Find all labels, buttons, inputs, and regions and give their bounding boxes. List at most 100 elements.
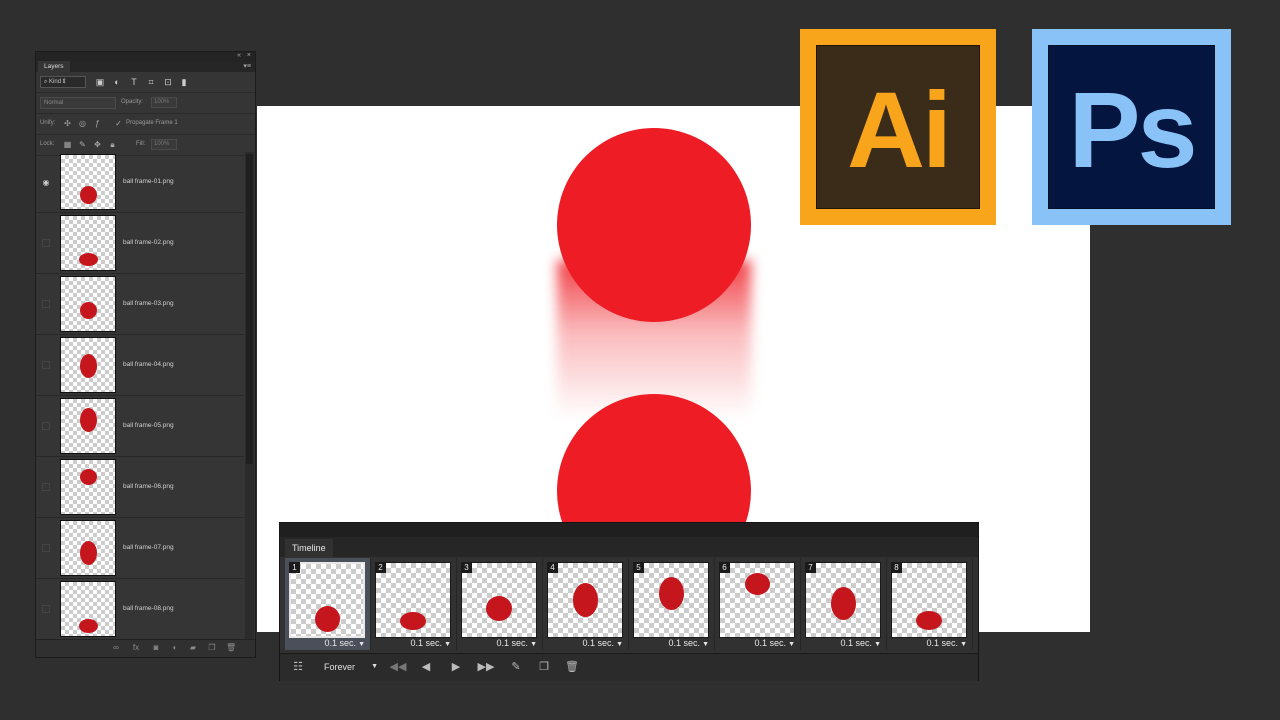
frame-delay-select[interactable]: 0.1 sec. ▼ xyxy=(841,638,881,648)
layer-row[interactable]: ball frame-05.png xyxy=(36,396,244,457)
layer-thumbnail xyxy=(60,276,116,332)
layers-scrollbar[interactable] xyxy=(245,152,254,640)
layer-thumbnail xyxy=(60,398,116,454)
timeline-panel: Timeline 1 0.1 sec. ▼ 2 0.1 sec. ▼ 3 0.1 s… xyxy=(279,522,979,681)
delete-layer-icon[interactable]: 🗑︎ xyxy=(226,643,236,653)
first-frame-icon[interactable]: ◀◀ xyxy=(388,659,408,675)
lock-image-icon[interactable]: ✎ xyxy=(78,140,87,149)
opacity-input[interactable]: 100% xyxy=(151,97,177,108)
layer-row[interactable]: ball frame-02.png xyxy=(36,213,244,274)
pixel-filter-icon[interactable]: ▣ xyxy=(95,77,105,87)
visibility-toggle[interactable] xyxy=(42,483,50,491)
photoshop-logo: Ps xyxy=(1032,29,1231,225)
frame-delay-label: 0.1 sec. xyxy=(668,638,701,648)
frame-delay-label: 0.1 sec. xyxy=(410,638,443,648)
fill-label: Fill: xyxy=(136,141,146,147)
shape-filter-icon[interactable]: ⌗ xyxy=(146,77,156,87)
propagate-checkbox[interactable]: ✓ xyxy=(114,119,123,128)
layer-row[interactable]: ◉ ball frame-01.png xyxy=(36,152,244,213)
type-filter-icon[interactable]: T xyxy=(129,77,139,87)
layer-row[interactable]: ball frame-03.png xyxy=(36,274,244,335)
frame-thumbnail xyxy=(633,562,709,638)
layer-thumbnail xyxy=(60,581,116,637)
frame-delay-label: 0.1 sec. xyxy=(754,638,787,648)
frame-delay-select[interactable]: 0.1 sec. ▼ xyxy=(669,638,709,648)
layers-bottom-toolbar: ∞ fx ◙ ◐ ▰ ❐ 🗑︎ xyxy=(36,639,255,657)
frame-delay-select[interactable]: 0.1 sec. ▼ xyxy=(583,638,623,648)
layer-row[interactable]: ball frame-08.png xyxy=(36,579,244,640)
lock-transparent-icon[interactable]: ▦ xyxy=(63,140,72,149)
timeline-frame[interactable]: 8 0.1 sec. ▼ xyxy=(887,558,973,650)
visibility-toggle[interactable] xyxy=(42,605,50,613)
lock-position-icon[interactable]: ✥ xyxy=(93,140,102,149)
filter-kind-select[interactable]: ⌕ Kind ⇕ xyxy=(40,76,86,88)
fill-input[interactable]: 100% xyxy=(151,139,177,150)
layer-style-icon[interactable]: fx xyxy=(131,643,141,653)
filter-kind-label: Kind xyxy=(49,79,62,85)
timeline-controls: ☷ Forever ▼ ◀◀ ◀ ▶ ▶▶ ✎ ❐ 🗑︎ xyxy=(280,653,978,681)
layer-row[interactable]: ball frame-06.png xyxy=(36,457,244,518)
duplicate-frame-icon[interactable]: ❐ xyxy=(536,659,552,675)
unify-position-icon[interactable]: ✣ xyxy=(63,119,72,128)
next-frame-icon[interactable]: ▶▶ xyxy=(476,659,496,675)
panel-title-bar[interactable]: « × xyxy=(36,52,255,61)
propagate-label: Propagate Frame 1 xyxy=(126,120,178,126)
timeline-frame[interactable]: 4 0.1 sec. ▼ xyxy=(543,558,629,650)
frame-delay-select[interactable]: 0.1 sec. ▼ xyxy=(411,638,451,648)
tween-icon[interactable]: ✎ xyxy=(508,659,524,675)
link-layers-icon[interactable]: ∞ xyxy=(111,643,121,653)
smart-object-filter-icon[interactable]: ⊡ xyxy=(163,77,173,87)
visibility-toggle[interactable] xyxy=(42,544,50,552)
visibility-toggle[interactable] xyxy=(42,239,50,247)
previous-frame-icon[interactable]: ◀ xyxy=(418,659,434,675)
close-icon[interactable]: × xyxy=(247,52,251,59)
loop-options-select[interactable]: Forever ▼ xyxy=(316,659,380,675)
layer-thumbnail xyxy=(60,337,116,393)
visibility-eye-icon[interactable]: ◉ xyxy=(41,178,51,188)
frame-delay-select[interactable]: 0.1 sec. ▼ xyxy=(927,638,967,648)
opacity-label: Opacity: xyxy=(121,99,144,105)
blend-mode-select[interactable]: Normal xyxy=(40,97,116,109)
play-icon[interactable]: ▶ xyxy=(448,659,464,675)
layer-thumbnail xyxy=(60,459,116,515)
frame-thumbnail xyxy=(547,562,623,638)
frame-delay-select[interactable]: 0.1 sec. ▼ xyxy=(325,638,365,648)
tab-layers[interactable]: Layers xyxy=(38,61,70,72)
loop-options-label: Forever xyxy=(324,662,356,672)
lock-all-icon[interactable]: 🔒︎ xyxy=(108,140,117,149)
frame-delay-select[interactable]: 0.1 sec. ▼ xyxy=(755,638,795,648)
visibility-toggle[interactable] xyxy=(42,361,50,369)
adjustment-layer-icon[interactable]: ◐ xyxy=(170,643,180,653)
timeline-frame[interactable]: 1 0.1 sec. ▼ xyxy=(285,558,371,650)
layer-name: ball frame-03.png xyxy=(123,300,174,307)
frame-delay-select[interactable]: 0.1 sec. ▼ xyxy=(497,638,537,648)
visibility-toggle[interactable] xyxy=(42,422,50,430)
collapse-icon[interactable]: « xyxy=(237,52,241,59)
timeline-frame[interactable]: 5 0.1 sec. ▼ xyxy=(629,558,715,650)
layer-row[interactable]: ball frame-04.png xyxy=(36,335,244,396)
new-layer-icon[interactable]: ❐ xyxy=(207,643,217,653)
lock-label: Lock: xyxy=(40,141,55,147)
delete-frame-icon[interactable]: 🗑︎ xyxy=(564,659,580,675)
convert-timeline-icon[interactable]: ☷ xyxy=(288,659,308,675)
filter-toggle-icon[interactable]: ▮ xyxy=(179,77,189,87)
unify-visibility-icon[interactable]: ◎ xyxy=(78,119,87,128)
layer-mask-icon[interactable]: ◙ xyxy=(151,643,161,653)
tab-timeline[interactable]: Timeline xyxy=(285,539,333,557)
panel-menu-icon[interactable]: ▾≡ xyxy=(243,61,251,72)
timeline-frame[interactable]: 6 0.1 sec. ▼ xyxy=(715,558,801,650)
visibility-toggle[interactable] xyxy=(42,300,50,308)
frame-thumbnail xyxy=(891,562,967,638)
timeline-frame[interactable]: 3 0.1 sec. ▼ xyxy=(457,558,543,650)
layer-thumbnail xyxy=(60,520,116,576)
layer-thumbnail xyxy=(60,215,116,271)
new-group-icon[interactable]: ▰ xyxy=(188,643,198,653)
layer-list: ◉ ball frame-01.png ball frame-02.png ba… xyxy=(36,152,244,640)
unify-label: Unify: xyxy=(40,120,56,126)
timeline-frame[interactable]: 7 0.1 sec. ▼ xyxy=(801,558,887,650)
layer-row[interactable]: ball frame-07.png xyxy=(36,518,244,579)
adjustment-filter-icon[interactable]: ◐ xyxy=(112,77,122,87)
unify-style-icon[interactable]: ƒ xyxy=(93,119,102,128)
timeline-frame[interactable]: 2 0.1 sec. ▼ xyxy=(371,558,457,650)
frame-delay-label: 0.1 sec. xyxy=(324,638,357,648)
